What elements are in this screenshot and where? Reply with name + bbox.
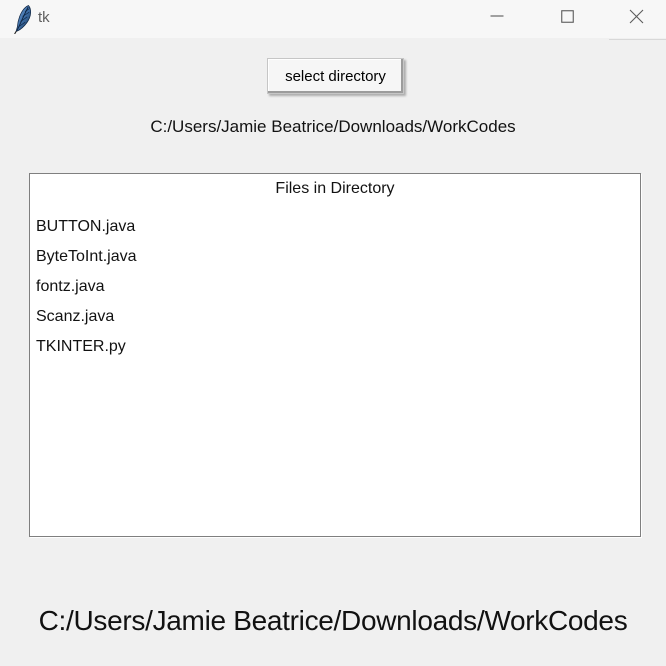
- window-titlebar[interactable]: tk: [0, 0, 666, 38]
- maximize-button[interactable]: [544, 0, 590, 37]
- file-list-item[interactable]: TKINTER.py: [30, 332, 640, 362]
- footer-path-label: C:/Users/Jamie Beatrice/Downloads/WorkCo…: [38, 605, 628, 636]
- listbox-header: Files in Directory: [275, 180, 395, 197]
- titlebar-underline: [609, 39, 666, 40]
- directory-path-label: C:/Users/Jamie Beatrice/Downloads/WorkCo…: [150, 117, 516, 136]
- minimize-icon: [490, 9, 504, 28]
- files-listbox[interactable]: Files in Directory BUTTON.java ByteToInt…: [29, 173, 641, 537]
- minimize-button[interactable]: [474, 0, 520, 37]
- file-list: BUTTON.java ByteToInt.java fontz.java Sc…: [30, 212, 640, 362]
- tk-feather-icon: [11, 4, 33, 35]
- maximize-icon: [560, 9, 574, 28]
- close-button[interactable]: [613, 0, 659, 37]
- file-list-item[interactable]: BUTTON.java: [30, 212, 640, 242]
- file-list-item[interactable]: Scanz.java: [30, 302, 640, 332]
- select-directory-button[interactable]: select directory: [267, 58, 404, 94]
- file-list-item[interactable]: fontz.java: [30, 272, 640, 302]
- app-window: tk select directory C:/Users/Jamie Beatr…: [0, 0, 666, 666]
- file-list-item[interactable]: ByteToInt.java: [30, 242, 640, 272]
- window-title: tk: [38, 9, 50, 26]
- close-icon: [629, 9, 644, 29]
